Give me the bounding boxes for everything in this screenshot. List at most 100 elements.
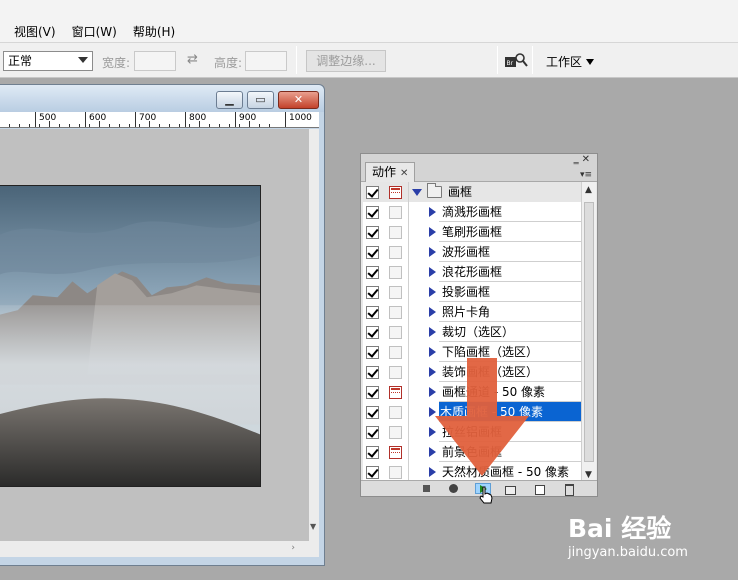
action-row[interactable]: 照片卡角 (363, 302, 581, 322)
canvas-area[interactable] (0, 129, 309, 541)
action-row[interactable]: 滴溅形画框 (363, 202, 581, 222)
ruler-major-tick (235, 112, 236, 127)
dialog-toggle-icon[interactable] (389, 226, 402, 239)
action-set-row[interactable]: 画框 (363, 182, 581, 202)
dialog-toggle-icon[interactable] (389, 206, 402, 219)
panel-menu-icon[interactable]: ▾≡ (580, 170, 594, 180)
width-field[interactable] (134, 51, 176, 71)
menu-item[interactable]: 视图(V) (0, 25, 64, 39)
bridge-search-icon[interactable]: Br (504, 52, 528, 70)
panel-collapse-close-icons[interactable]: ‗✕ (574, 154, 593, 165)
ruler-tick (89, 124, 90, 127)
expand-triangle-icon[interactable] (429, 207, 436, 217)
new-action-icon[interactable] (534, 483, 546, 495)
stop-icon[interactable] (421, 483, 433, 494)
toggle-item-checkbox[interactable] (366, 386, 379, 399)
toggle-item-checkbox[interactable] (366, 366, 379, 379)
height-label: 高度: (214, 56, 243, 70)
document-titlebar[interactable]: ▁ ▭ ✕ (0, 85, 324, 112)
dialog-toggle-icon[interactable] (389, 246, 402, 259)
dialog-toggle-icon[interactable] (389, 326, 402, 339)
action-name: 滴溅形画框 (442, 205, 503, 219)
ruler-tick (239, 124, 240, 127)
dialog-toggle-icon[interactable] (389, 446, 402, 459)
toggle-item-checkbox[interactable] (366, 186, 379, 199)
dialog-toggle-icon[interactable] (389, 286, 402, 299)
toggle-item-checkbox[interactable] (366, 426, 379, 439)
scroll-down-icon[interactable]: ▼ (585, 470, 592, 480)
toggle-item-checkbox[interactable] (366, 446, 379, 459)
toggle-item-checkbox[interactable] (366, 266, 379, 279)
toggle-item-checkbox[interactable] (366, 466, 379, 479)
ruler-tick (209, 124, 210, 127)
dialog-toggle-icon[interactable] (389, 186, 402, 199)
toggle-item-checkbox[interactable] (366, 306, 379, 319)
ruler-tick (139, 124, 140, 127)
expand-triangle-icon[interactable] (412, 189, 422, 196)
expand-triangle-icon[interactable] (429, 347, 436, 357)
toggle-item-checkbox[interactable] (366, 286, 379, 299)
action-row[interactable]: 波形画框 (363, 242, 581, 262)
column-divider (408, 262, 409, 282)
swap-icon[interactable]: ⇄ (187, 53, 203, 67)
menu-bar: 视图(V) 窗口(W) 帮助(H) (0, 0, 738, 43)
toggle-item-checkbox[interactable] (366, 206, 379, 219)
toggle-item-checkbox[interactable] (366, 326, 379, 339)
toggle-item-checkbox[interactable] (366, 226, 379, 239)
ruler-label: 600 (89, 113, 107, 123)
style-mode-select[interactable]: 正常 (3, 51, 93, 71)
vertical-scrollbar[interactable]: ▼ (309, 129, 319, 541)
refine-edge-button[interactable]: 调整边缘... (306, 50, 386, 72)
minimize-button[interactable]: ▁ (216, 91, 243, 109)
ruler-tick (159, 124, 160, 127)
toggle-item-checkbox[interactable] (366, 346, 379, 359)
column-divider (408, 302, 409, 322)
panel-header[interactable]: 动作 ✕ ‗✕ ▾≡ (361, 154, 597, 183)
height-field[interactable] (245, 51, 287, 71)
ruler-tick (109, 124, 110, 127)
expand-triangle-icon[interactable] (429, 227, 436, 237)
scroll-down-icon[interactable]: ▼ (310, 522, 316, 531)
ruler-tick (229, 124, 230, 127)
action-row[interactable]: 浪花形画框 (363, 262, 581, 282)
expand-triangle-icon[interactable] (429, 327, 436, 337)
dialog-toggle-icon[interactable] (389, 466, 402, 479)
toggle-item-checkbox[interactable] (366, 406, 379, 419)
record-icon[interactable] (448, 483, 460, 494)
menu-item[interactable]: 窗口(W) (64, 25, 125, 39)
expand-triangle-icon[interactable] (429, 267, 436, 277)
dialog-toggle-icon[interactable] (389, 386, 402, 399)
horizontal-scrollbar[interactable]: › (0, 541, 319, 557)
action-name: 波形画框 (442, 245, 491, 259)
action-row[interactable]: 笔刷形画框 (363, 222, 581, 242)
scroll-thumb[interactable] (584, 202, 594, 462)
horizontal-ruler[interactable]: 500 600 700 800 900 1000 (0, 112, 319, 128)
dialog-toggle-icon[interactable] (389, 266, 402, 279)
expand-triangle-icon[interactable] (429, 307, 436, 317)
maximize-button[interactable]: ▭ (247, 91, 274, 109)
panel-scrollbar[interactable]: ▲ ▼ (581, 182, 596, 482)
scroll-up-icon[interactable]: ▲ (585, 185, 592, 195)
expand-triangle-icon[interactable] (429, 247, 436, 257)
dialog-toggle-icon[interactable] (389, 366, 402, 379)
ruler-tick (269, 124, 270, 127)
action-row[interactable]: 裁切（选区） (363, 322, 581, 342)
ruler-tick (9, 124, 10, 127)
tab-actions-label: 动作 (372, 165, 397, 179)
dialog-toggle-icon[interactable] (389, 306, 402, 319)
expand-triangle-icon[interactable] (429, 287, 436, 297)
close-tab-icon[interactable]: ✕ (400, 168, 408, 179)
dialog-toggle-icon[interactable] (389, 426, 402, 439)
toggle-item-checkbox[interactable] (366, 246, 379, 259)
column-divider (408, 402, 409, 422)
close-button[interactable]: ✕ (278, 91, 319, 109)
workspace-menu[interactable]: 工作区 (546, 53, 595, 70)
scroll-right-icon[interactable]: › (291, 543, 295, 553)
tab-actions[interactable]: 动作 ✕ (365, 162, 416, 183)
menu-item[interactable]: 帮助(H) (125, 25, 183, 39)
dialog-toggle-icon[interactable] (389, 406, 402, 419)
action-row[interactable]: 投影画框 (363, 282, 581, 302)
action-name: 笔刷形画框 (442, 225, 503, 239)
new-set-folder-icon[interactable] (504, 483, 516, 495)
dialog-toggle-icon[interactable] (389, 346, 402, 359)
